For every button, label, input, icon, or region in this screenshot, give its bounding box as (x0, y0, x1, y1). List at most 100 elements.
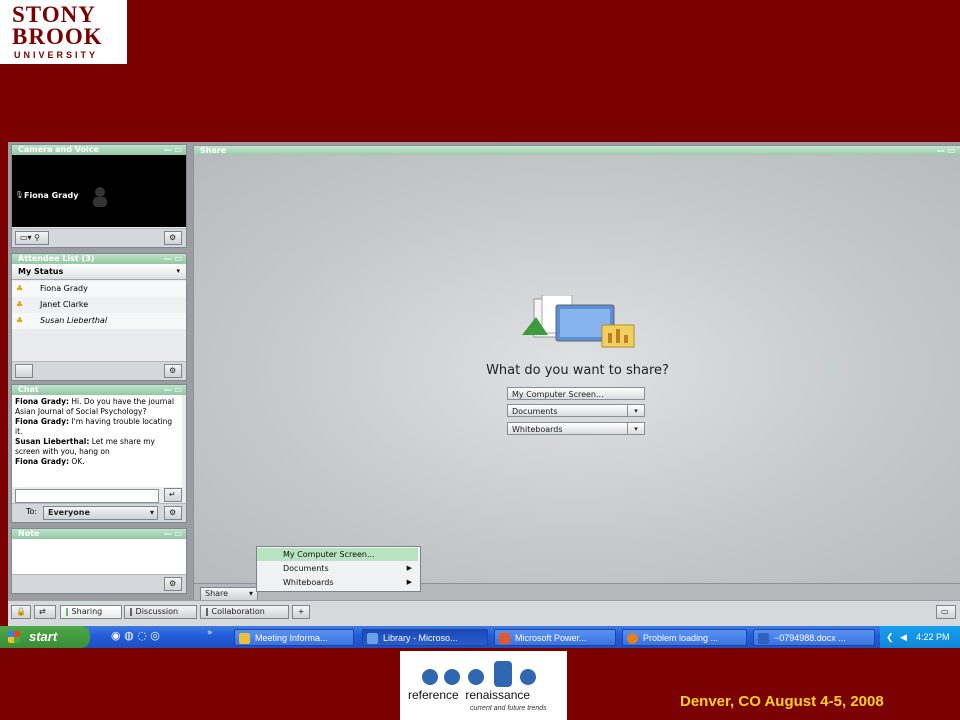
taskbar-window-problem-loading[interactable]: Problem loading ... (622, 629, 747, 646)
pod-window-controls[interactable]: — ▭ (164, 529, 182, 539)
note-pod-title: Note (18, 529, 40, 538)
microphone-icon: 🎙 (15, 191, 24, 199)
camera-voice-button[interactable]: ▭▾ ⚲ (15, 231, 49, 245)
chevron-down-icon: ▾ (627, 405, 644, 416)
tray-expand-icon[interactable]: ❮ (886, 626, 894, 648)
attendee-icon: ♣ (16, 316, 24, 325)
chat-pod-title: Chat (18, 385, 39, 394)
menu-item-documents[interactable]: Documents ▶ (257, 562, 418, 575)
footer-text: Denver, CO August 4-5, 2008 (680, 693, 884, 710)
share-option-label: Whiteboards (512, 425, 563, 434)
chat-text: OK. (71, 457, 85, 466)
pod-options-gear-icon[interactable]: ⚙ (164, 364, 182, 378)
pod-window-controls[interactable]: — ▭ (164, 254, 182, 264)
my-status-dropdown[interactable]: My Status ▾ (12, 264, 186, 280)
quick-launch-expand-icon[interactable]: » (207, 628, 213, 638)
note-pod-header: Note — ▭ (12, 529, 186, 539)
chat-message: Fiona Grady: I'm having trouble locating… (15, 417, 180, 437)
full-screen-icon[interactable]: ▭ (936, 605, 956, 619)
note-area[interactable] (12, 539, 186, 575)
chat-pod-header: Chat — ▭ (12, 385, 186, 395)
share-screen-icon (522, 295, 635, 348)
window-icon (758, 633, 769, 644)
reference-renaissance-logo: reference renaissance current and future… (400, 651, 567, 720)
conference-word-1: reference (408, 688, 459, 702)
camera-pod-title: Camera and Voice (18, 145, 99, 154)
share-whiteboards-button[interactable]: Whiteboards ▾ (507, 422, 645, 435)
attendee-row[interactable]: ♣ Fiona Grady (12, 281, 186, 297)
attendee-row[interactable]: ♣ Susan Lieberthal (12, 313, 186, 329)
tab-label: Sharing (71, 607, 103, 616)
menu-item-whiteboards[interactable]: Whiteboards ▶ (257, 576, 418, 589)
layout-options-icon[interactable]: ⇄ (34, 605, 56, 619)
chevron-down-icon: ▾ (176, 267, 180, 275)
share-my-computer-screen-button[interactable]: My Computer Screen... (507, 387, 645, 400)
share-dropdown-button[interactable]: Share ▾ (200, 587, 258, 601)
tab-discussion[interactable]: ‖ Discussion (124, 605, 197, 619)
start-button[interactable]: start (0, 626, 90, 648)
tab-indicator-icon: ‖ (129, 607, 133, 616)
layout-tab-bar: 🔒 ⇄ ‖ Sharing ‖ Discussion ‖ Collaborati… (8, 600, 960, 626)
menu-item-label: My Computer Screen... (283, 550, 375, 559)
pod-options-gear-icon[interactable]: ⚙ (164, 231, 182, 245)
clock[interactable]: 4:22 PM (916, 626, 950, 648)
add-tab-icon[interactable]: + (292, 605, 310, 619)
chat-pod-footer: To: Everyone ▾ ⚙ (12, 503, 186, 522)
windows-logo-icon (8, 631, 20, 643)
share-documents-button[interactable]: Documents ▾ (507, 404, 645, 417)
taskbar-window-docx[interactable]: ~0794988.docx ... (753, 629, 875, 646)
share-pod: Share — ▭ What do you want to share? My … (193, 145, 960, 605)
submenu-arrow-icon: ▶ (406, 564, 412, 572)
chat-sender: Susan Lieberthal: (15, 437, 90, 446)
tab-collaboration[interactable]: ‖ Collaboration (200, 605, 289, 619)
window-label: Microsoft Power... (515, 633, 587, 643)
taskbar-window-powerpoint[interactable]: Microsoft Power... (494, 629, 616, 646)
attendee-name: Susan Lieberthal (40, 316, 108, 325)
chat-recipient-dropdown[interactable]: Everyone ▾ (43, 506, 158, 520)
chat-message: Fiona Grady: Hi. Do you have the journal… (15, 397, 180, 417)
note-pod: Note — ▭ ⚙ (11, 528, 187, 594)
quick-launch-icons[interactable]: ◉ ◍ ◌ ◎ (111, 629, 160, 642)
camera-pod-footer: ▭▾ ⚲ ⚙ (12, 228, 186, 247)
pod-options-gear-icon[interactable]: ⚙ (164, 506, 182, 520)
window-label: Problem loading ... (643, 633, 719, 643)
pod-window-controls[interactable]: — ▭ (164, 385, 182, 395)
pod-window-controls[interactable]: — ▭ (937, 146, 955, 155)
attendee-icon: ♣ (16, 284, 24, 293)
send-message-icon[interactable]: ↵ (164, 488, 182, 502)
share-pod-title: Share (200, 146, 227, 155)
share-pod-header: Share — ▭ (194, 146, 960, 155)
submenu-arrow-icon: ▶ (406, 578, 412, 586)
logo-line-3: UNIVERSITY (14, 50, 99, 60)
chevron-down-icon: ▾ (149, 508, 154, 517)
menu-item-my-computer-screen[interactable]: My Computer Screen... (257, 548, 418, 561)
camera-pod-header: Camera and Voice — ▭ (12, 145, 186, 155)
chat-to-label: To: (26, 507, 38, 516)
taskbar-window-library[interactable]: Library - Microso... (362, 629, 488, 646)
attendee-name: Fiona Grady (40, 284, 88, 293)
logo-line-2: BROOK (12, 24, 103, 49)
speaker-icon[interactable]: ◀ (900, 626, 907, 648)
chat-message: Susan Lieberthal: Let me share my screen… (15, 437, 180, 457)
share-option-label: My Computer Screen... (512, 390, 604, 399)
chat-pod: Chat — ▭ Fiona Grady: Hi. Do you have th… (11, 384, 187, 523)
chat-message-input[interactable] (15, 489, 159, 503)
window-icon (239, 633, 250, 644)
window-label: Library - Microso... (383, 633, 458, 643)
taskbar-window-meeting[interactable]: Meeting Informa... (234, 629, 354, 646)
tab-sharing[interactable]: ‖ Sharing (60, 605, 122, 619)
share-question: What do you want to share? (486, 363, 669, 378)
window-icon (499, 633, 510, 644)
conference-tagline: current and future trends (470, 705, 547, 712)
attendee-action-button[interactable] (15, 364, 33, 378)
conference-logo-icons (422, 661, 536, 687)
share-button-label: Share (205, 589, 229, 598)
lock-icon[interactable]: 🔒 (11, 605, 31, 619)
attendee-row[interactable]: ♣ Janet Clarke (12, 297, 186, 313)
window-label: ~0794988.docx ... (774, 633, 846, 643)
camera-voice-pod: Camera and Voice — ▭ 🎙 Fiona Grady ▭▾ ⚲ … (11, 144, 187, 248)
pod-options-gear-icon[interactable]: ⚙ (164, 577, 182, 591)
menu-item-label: Whiteboards (283, 578, 334, 587)
pod-window-controls[interactable]: — ▭ (164, 145, 182, 155)
tab-label: Collaboration (211, 607, 265, 616)
